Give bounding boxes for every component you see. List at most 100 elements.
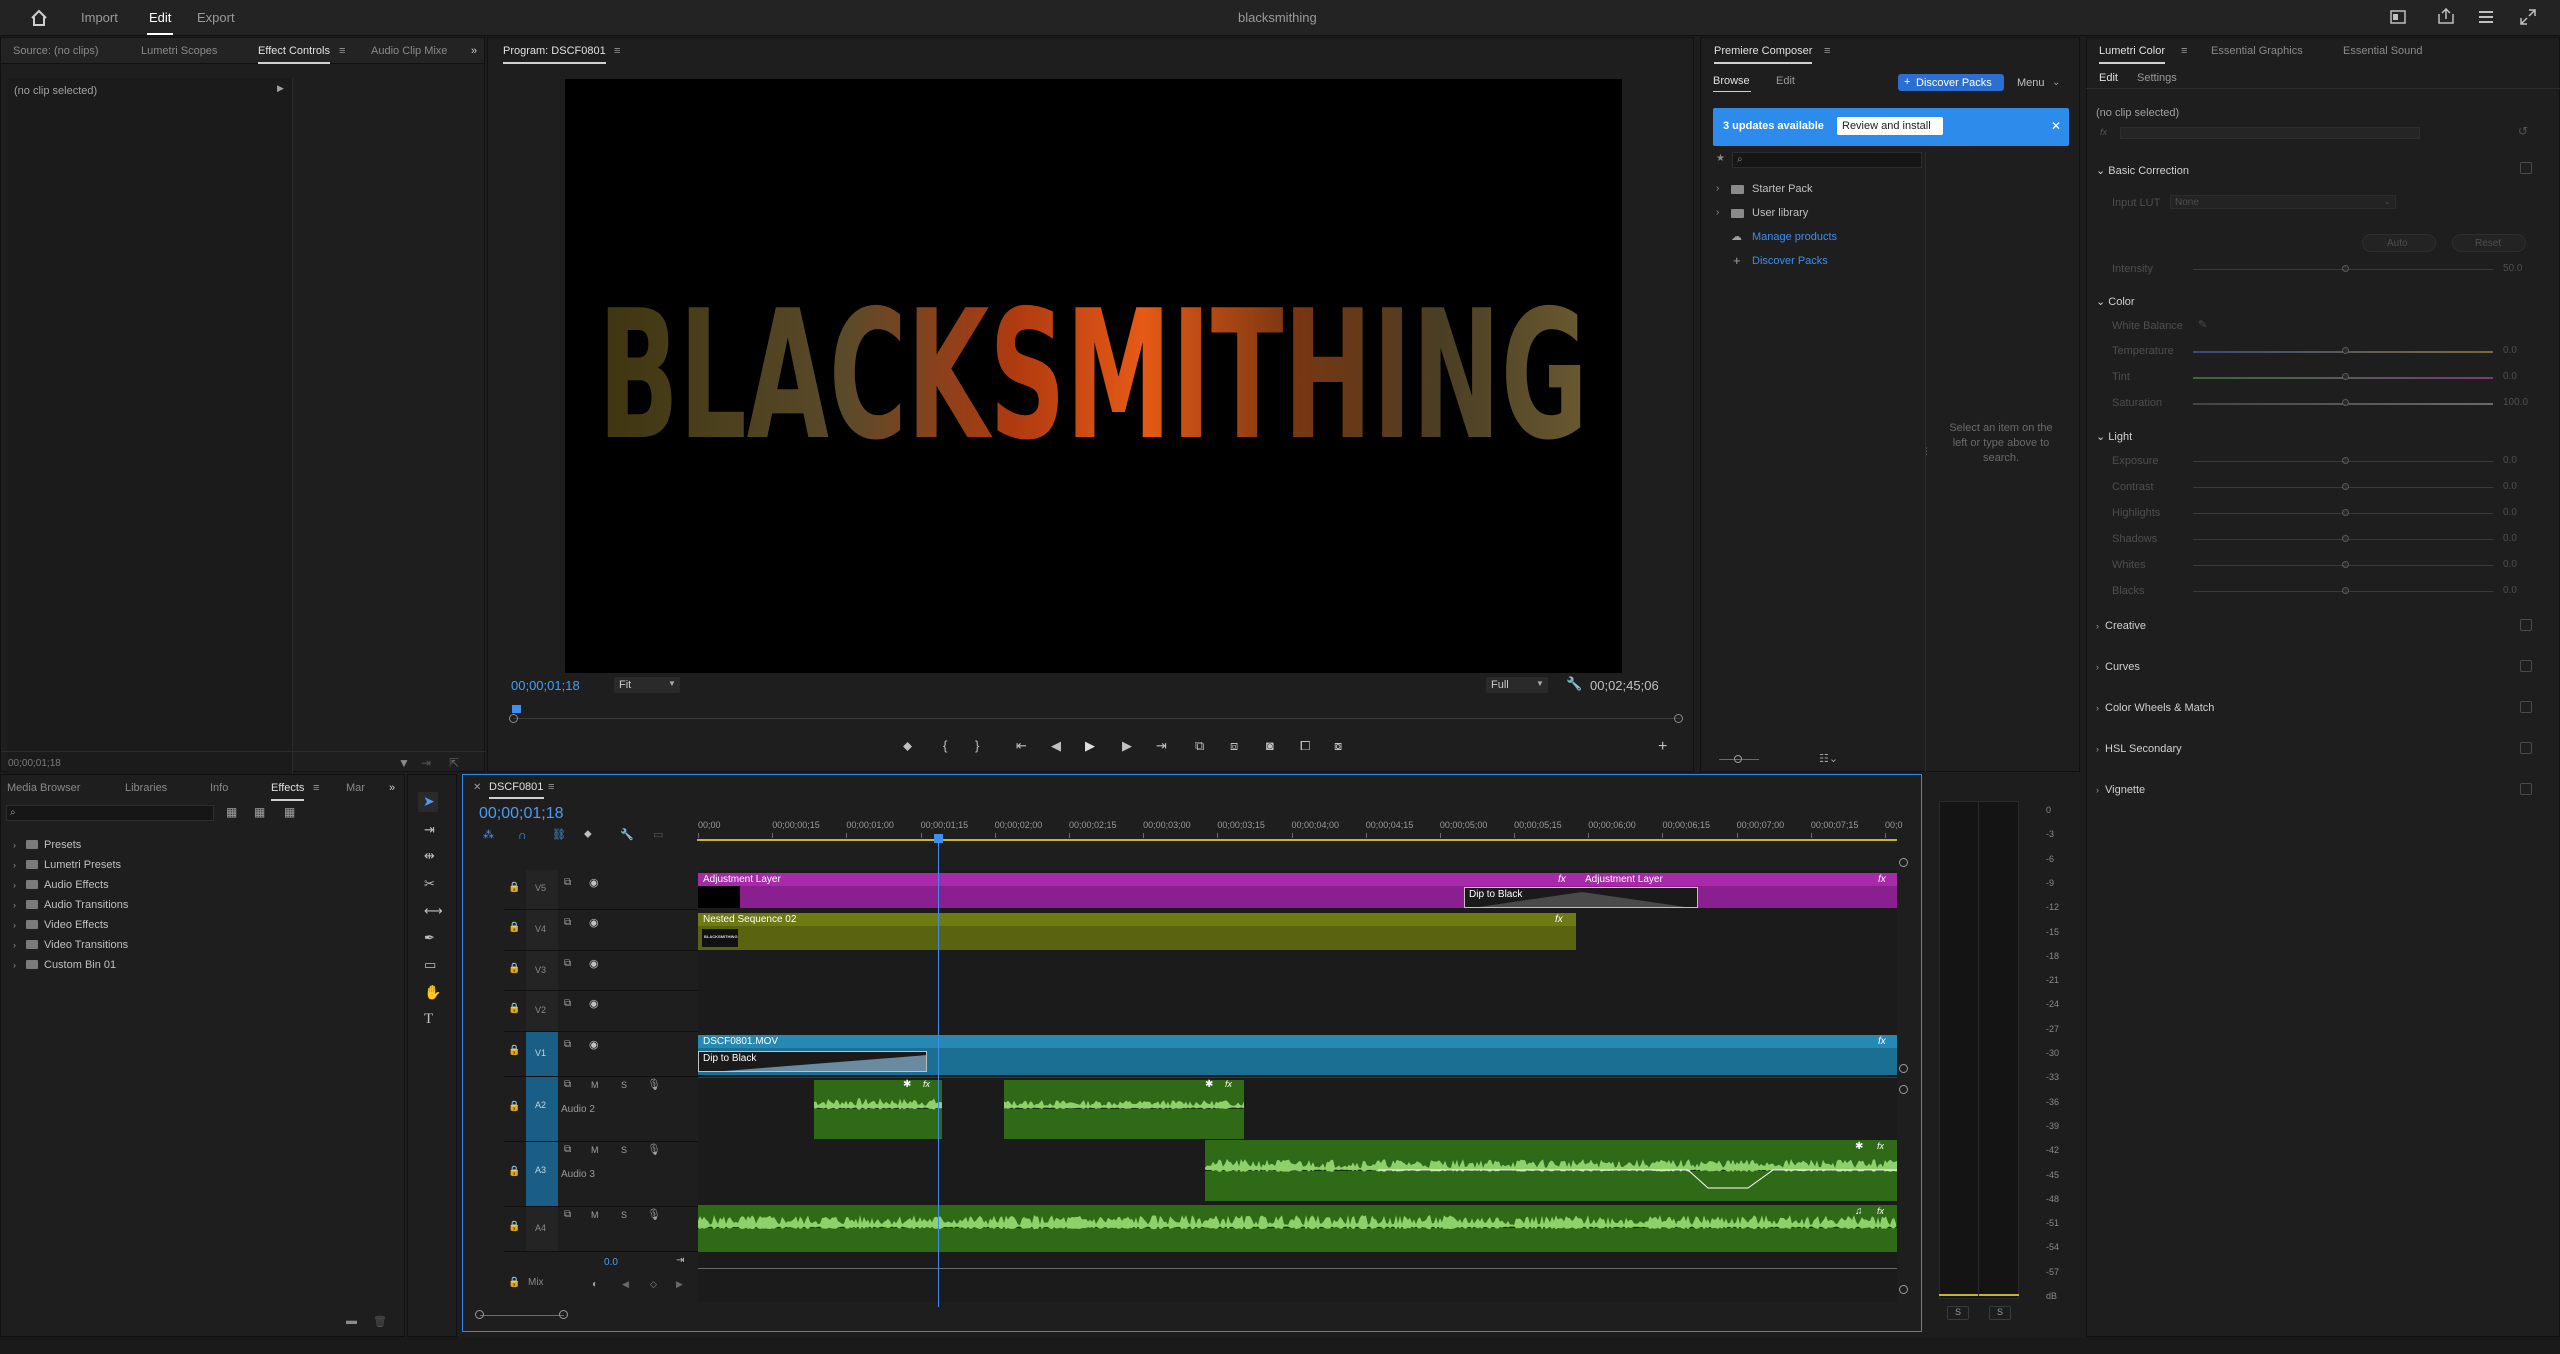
- fit-dropdown[interactable]: Fit ▼: [614, 677, 680, 693]
- light-row-knob[interactable]: [2342, 535, 2349, 542]
- expand-icon[interactable]: ▶: [277, 83, 284, 94]
- tab-essential-graphics[interactable]: Essential Graphics: [2211, 45, 2303, 57]
- solo-button[interactable]: S: [621, 1080, 627, 1090]
- light-row-knob[interactable]: [2342, 587, 2349, 594]
- snap-icon[interactable]: ∩: [518, 828, 527, 842]
- eyedropper-icon[interactable]: ✎: [2198, 318, 2207, 331]
- effects-search-input[interactable]: ⌕: [6, 805, 214, 821]
- step-icon[interactable]: ⇥: [421, 756, 431, 770]
- lock-icon[interactable]: 🔒: [508, 1101, 520, 1112]
- discover-packs-link[interactable]: + Discover Packs: [1731, 253, 1931, 271]
- tab-effects[interactable]: Effects: [271, 782, 305, 801]
- next-keyframe-icon[interactable]: ▶: [676, 1279, 683, 1290]
- composer-menu-button[interactable]: Menu: [2017, 77, 2045, 89]
- sync-lock-icon[interactable]: ⧉: [564, 1209, 571, 1220]
- bin-item[interactable]: › Audio Transitions: [13, 899, 128, 911]
- fullscreen-icon[interactable]: [2519, 8, 2537, 26]
- section-checkbox[interactable]: [2520, 783, 2532, 795]
- workspaces-icon[interactable]: [2390, 10, 2406, 24]
- clip-fx-badge[interactable]: fx: [1877, 1206, 1884, 1216]
- scroll-handle-audio-top[interactable]: [1899, 1085, 1908, 1094]
- work-area-bar[interactable]: [697, 839, 1897, 841]
- close-icon[interactable]: ✕: [2051, 119, 2061, 133]
- home-icon[interactable]: [30, 9, 48, 26]
- lumetri-subtab-settings[interactable]: Settings: [2137, 72, 2177, 84]
- go-to-in-icon[interactable]: ⇤: [1016, 738, 1027, 754]
- lift-icon[interactable]: ⧉: [1195, 738, 1204, 754]
- add-marker-icon[interactable]: ⬥: [584, 828, 592, 841]
- section-hsl-secondary[interactable]: › HSL Secondary: [2096, 743, 2182, 755]
- scroll-handle-video-top[interactable]: [1899, 858, 1908, 867]
- tab-media-browser[interactable]: Media Browser: [7, 782, 80, 794]
- section-checkbox[interactable]: [2520, 742, 2532, 754]
- section-basic-correction[interactable]: ⌄ Basic Correction: [2096, 164, 2189, 177]
- audio-clip-a3[interactable]: [1205, 1140, 1897, 1201]
- lock-icon[interactable]: 🔒: [508, 1277, 520, 1288]
- nested-sequence-clip[interactable]: Nested Sequence 02 fx BLACKSMITHING: [698, 913, 1576, 950]
- program-menu-icon[interactable]: ≡: [614, 45, 620, 57]
- go-to-out-icon[interactable]: ⇥: [1156, 738, 1167, 754]
- sequence-tab[interactable]: DSCF0801: [489, 781, 543, 793]
- captions-icon[interactable]: ▭: [653, 828, 663, 841]
- clip-keyframe-icon[interactable]: ✱: [1205, 1079, 1213, 1090]
- light-row-knob[interactable]: [2342, 457, 2349, 464]
- lock-icon[interactable]: 🔒: [508, 1045, 520, 1056]
- tree-user-library[interactable]: › User library: [1716, 207, 1916, 223]
- mark-out-icon[interactable]: }: [975, 738, 979, 753]
- sync-lock-icon[interactable]: ⧉: [564, 1144, 571, 1155]
- rectangle-tool-icon[interactable]: ▭: [424, 957, 436, 973]
- hscroll-start-handle[interactable]: [475, 1310, 484, 1319]
- sync-lock-icon[interactable]: ⧉: [564, 877, 571, 888]
- dip-to-black-transition-v5[interactable]: Dip to Black: [1464, 887, 1698, 908]
- overflow-chevron-icon[interactable]: »: [389, 782, 395, 794]
- sync-lock-icon[interactable]: ⧉: [564, 958, 571, 969]
- bin-item[interactable]: › Video Effects: [13, 919, 108, 931]
- clip-keyframe-icon[interactable]: ✱: [903, 1079, 911, 1090]
- tree-starter-pack[interactable]: › Starter Pack: [1716, 183, 1916, 199]
- section-checkbox[interactable]: [2520, 701, 2532, 713]
- scrub-bar[interactable]: [513, 718, 1680, 719]
- razor-tool-icon[interactable]: ✂: [424, 876, 435, 892]
- panel-menu-icon[interactable]: ≡: [339, 45, 345, 57]
- tab-libraries[interactable]: Libraries: [125, 782, 167, 794]
- microphone-icon[interactable]: 🎙: [647, 1208, 661, 1221]
- step-forward-icon[interactable]: ▶: [1122, 738, 1132, 754]
- scrub-start-handle[interactable]: [509, 714, 518, 723]
- clip-selector-dropdown[interactable]: [2120, 127, 2420, 139]
- zoom-knob[interactable]: [1734, 755, 1742, 763]
- reset-button[interactable]: Reset: [2452, 234, 2526, 252]
- sync-lock-icon[interactable]: ⧉: [564, 1079, 571, 1090]
- accelerated-effects-icon[interactable]: ▦: [226, 805, 237, 819]
- playhead-timecode[interactable]: 00;00;01;18: [511, 678, 580, 693]
- edit-tab[interactable]: Edit: [149, 10, 171, 25]
- play-icon[interactable]: ▶: [1085, 738, 1095, 754]
- extract-icon[interactable]: ⧈: [1230, 738, 1238, 754]
- pen-tool-icon[interactable]: ✒: [424, 930, 435, 946]
- effects-menu-icon[interactable]: ≡: [313, 782, 319, 794]
- import-tab[interactable]: Import: [81, 10, 118, 25]
- tab-markers[interactable]: Mar: [346, 782, 365, 794]
- tab-effect-controls[interactable]: Effect Controls: [258, 45, 330, 64]
- clip-fx-badge[interactable]: fx: [923, 1079, 930, 1089]
- button-editor-plus-icon[interactable]: +: [1658, 738, 1667, 756]
- solo-right-button[interactable]: S: [1989, 1306, 2011, 1320]
- tab-lumetri-scopes[interactable]: Lumetri Scopes: [141, 45, 217, 57]
- yuv-effects-icon[interactable]: ▦: [284, 805, 295, 819]
- section-color-wheels-match[interactable]: › Color Wheels & Match: [2096, 702, 2214, 714]
- bin-item[interactable]: › Video Transitions: [13, 939, 128, 951]
- section-creative[interactable]: › Creative: [2096, 620, 2146, 632]
- proxy-icon[interactable]: ⧇: [1334, 738, 1342, 754]
- tab-info[interactable]: Info: [210, 782, 228, 794]
- section-color[interactable]: ⌄ Color: [2096, 295, 2135, 308]
- audio-clip-a4[interactable]: [698, 1205, 1897, 1252]
- review-install-button[interactable]: Review and install: [1837, 117, 1943, 135]
- pan-knob-icon[interactable]: ◐: [592, 1279, 598, 1290]
- composer-title[interactable]: Premiere Composer: [1714, 45, 1813, 64]
- timeline-hscroll[interactable]: [480, 1315, 564, 1316]
- composer-search-input[interactable]: ⌕: [1732, 152, 1922, 168]
- mix-value[interactable]: 0.0: [604, 1257, 618, 1268]
- light-row-knob[interactable]: [2342, 561, 2349, 568]
- program-title[interactable]: Program: DSCF0801: [503, 45, 606, 64]
- bin-item[interactable]: › Custom Bin 01: [13, 959, 116, 971]
- step-back-icon[interactable]: ◀: [1051, 738, 1061, 754]
